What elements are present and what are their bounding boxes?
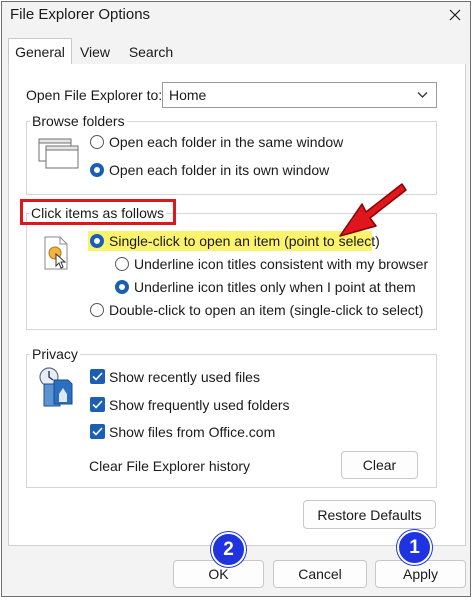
close-button[interactable] — [438, 2, 472, 28]
radio-same-window[interactable] — [90, 135, 104, 149]
apply-button[interactable]: Apply — [375, 560, 466, 588]
recent-files-label: Show recently used files — [109, 369, 260, 385]
tab-general[interactable]: General — [8, 38, 72, 65]
close-icon — [449, 9, 461, 21]
frequent-folders-label: Show frequently used folders — [109, 397, 290, 413]
underline-browser-label: Underline icon titles consistent with my… — [134, 256, 429, 272]
restore-defaults-label: Restore Defaults — [317, 506, 422, 523]
single-click-icon — [44, 236, 68, 270]
underline-point-label: Underline icon titles only when I point … — [134, 279, 416, 295]
clear-button[interactable]: Clear — [341, 451, 418, 479]
radio-own-window[interactable] — [90, 163, 104, 177]
double-click-label: Double-click to open an item (single-cli… — [109, 302, 424, 318]
checkbox-recent-files[interactable] — [90, 369, 105, 384]
checkbox-frequent-folders[interactable] — [90, 397, 105, 412]
window-title: File Explorer Options — [10, 6, 151, 23]
ok-button-label: OK — [208, 566, 229, 582]
checkmark-icon — [92, 372, 103, 381]
checkmark-icon — [92, 400, 103, 409]
radio-underline-browser[interactable] — [115, 257, 129, 271]
active-tab-seam — [9, 62, 71, 65]
annotation-arrow-icon — [339, 183, 407, 237]
tab-search[interactable]: Search — [120, 40, 182, 64]
open-to-label: Open File Explorer to: — [26, 87, 163, 103]
annotation-badge-2: 2 — [211, 532, 246, 567]
checkmark-icon — [92, 427, 103, 436]
annotation-badge-1: 1 — [397, 530, 432, 565]
radio-double-click[interactable] — [90, 303, 104, 317]
radio-single-click[interactable] — [90, 234, 104, 248]
open-to-dropdown[interactable]: Home — [162, 82, 437, 108]
badge-2-number: 2 — [223, 538, 234, 560]
chevron-down-icon — [417, 92, 428, 98]
office-files-label: Show files from Office.com — [109, 424, 276, 440]
open-to-value: Home — [169, 87, 207, 103]
tab-search-label: Search — [128, 44, 174, 60]
badge-1-number: 1 — [409, 536, 420, 558]
radio-underline-point[interactable] — [115, 280, 129, 294]
apply-button-label: Apply — [402, 566, 439, 582]
tab-view[interactable]: View — [73, 40, 117, 64]
clear-button-label: Clear — [362, 457, 397, 473]
privacy-title: Privacy — [30, 346, 80, 362]
tab-view-label: View — [79, 44, 111, 60]
privacy-files-icon — [39, 367, 73, 407]
own-window-label: Open each folder in its own window — [109, 162, 330, 178]
browse-folders-title: Browse folders — [30, 113, 127, 129]
same-window-label: Open each folder in the same window — [109, 134, 344, 150]
annotation-red-box — [20, 199, 176, 225]
checkbox-office-files[interactable] — [90, 424, 105, 439]
tab-general-label: General — [15, 44, 65, 60]
windows-icon — [38, 138, 79, 169]
clear-history-label: Clear File Explorer history — [89, 458, 251, 474]
cancel-button[interactable]: Cancel — [273, 560, 367, 588]
cancel-button-label: Cancel — [298, 566, 342, 582]
title-bar: File Explorer Options — [2, 2, 470, 28]
restore-defaults-button[interactable]: Restore Defaults — [303, 500, 436, 529]
